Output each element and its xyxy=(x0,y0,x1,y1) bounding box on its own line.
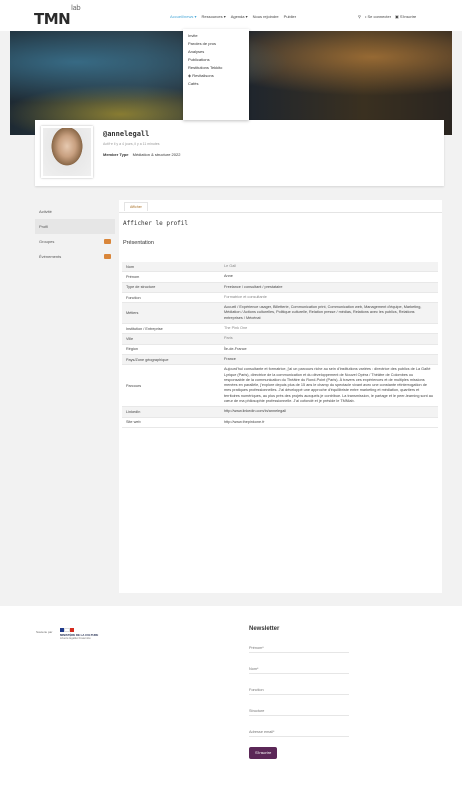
table-row: Nom Le Gall xyxy=(122,262,438,273)
profile-activity: Actif·e il y a 4 jours, il y a 11 minute… xyxy=(103,142,160,146)
dropdown-item-invite[interactable]: Invite xyxy=(188,33,244,38)
nav-item-agenda[interactable]: Agenda ▾ xyxy=(231,14,248,19)
table-row: Pays/Zone géographique France xyxy=(122,354,438,366)
lastname-field[interactable] xyxy=(249,661,349,674)
field-value: Aujourd'hui consultante et formatrice, j… xyxy=(224,367,433,404)
member-type-label: Member Type xyxy=(103,152,129,157)
login-link[interactable]: • Se connecter xyxy=(365,14,391,19)
ministry-motto: Liberté Égalité Fraternité xyxy=(60,636,91,641)
tab-afficher[interactable]: Afficher xyxy=(124,202,148,211)
count-badge xyxy=(104,239,111,244)
partner-label: Soutenu par xyxy=(36,630,53,634)
sidenav-item-groupes[interactable]: Groupes xyxy=(35,234,115,249)
field-value: Anne xyxy=(224,274,233,279)
field-label: Métiers xyxy=(126,311,139,316)
tmnlab-logo[interactable]: TMN lab xyxy=(34,4,81,28)
firstname-field[interactable] xyxy=(249,640,349,653)
table-row: Institution / Entreprise The Pink One xyxy=(122,324,438,335)
nav-item-nous-rejoindre[interactable]: Nous rejoindre xyxy=(253,14,279,19)
sidenav-item-label: Événements xyxy=(39,254,62,259)
field-label: Site web xyxy=(126,420,141,425)
sidenav-item-label: Activité xyxy=(39,209,52,214)
sidenav-item-label: Profil xyxy=(39,224,49,229)
subnav-tabs: Afficher xyxy=(119,200,442,213)
dropdown-item-cafes[interactable]: Cafés xyxy=(188,81,244,86)
table-row: Site web http://www.thepinkone.fr xyxy=(122,418,438,428)
function-field[interactable] xyxy=(249,682,349,695)
footer: Soutenu par MINISTÈRE DE LA CULTURE Libe… xyxy=(0,606,462,798)
sidenav-item-profil[interactable]: Profil xyxy=(35,219,115,234)
sidenav-item-activite[interactable]: Activité xyxy=(35,204,115,219)
account-links: ⚲ • Se connecter ▣ S'inscrire xyxy=(358,14,416,19)
profile-sidenav: Activité Profil Groupes Événements xyxy=(35,204,115,264)
field-label: Prénom xyxy=(126,274,140,279)
member-type-value[interactable]: Médiation & structure 2022 xyxy=(133,152,181,157)
field-value: Formatrice et consultante xyxy=(224,294,267,299)
dropdown-item-analyses[interactable]: Analyses xyxy=(188,49,244,54)
field-label: Pays/Zone géographique xyxy=(126,357,169,362)
field-value: Paris xyxy=(224,336,233,341)
table-row: Prénom Anne xyxy=(122,272,438,283)
nav-item-publier[interactable]: Publier xyxy=(284,14,296,19)
table-row: Région Île-de-France xyxy=(122,345,438,355)
dropdown-item-paroles-de-pros[interactable]: Paroles de pros xyxy=(188,41,244,46)
table-row: LinkedIn http://www.linkedin.com/in/annel… xyxy=(122,407,438,418)
newsletter-title: Newsletter xyxy=(249,626,280,632)
field-label: Fonction xyxy=(126,295,141,300)
top-navbar: TMN lab Accueil/news ▾ Ressources ▾ Agend… xyxy=(0,0,462,31)
search-icon[interactable]: ⚲ xyxy=(358,14,361,19)
table-row: Fonction Formatrice et consultante xyxy=(122,293,438,304)
sidenav-item-evenements[interactable]: Événements xyxy=(35,249,115,264)
profile-panel: Afficher Afficher le profil Présentation… xyxy=(119,200,442,593)
newsletter-form: Newsletter S'inscrire xyxy=(249,626,379,759)
field-label: Région xyxy=(126,347,139,352)
dropdown-item-publications[interactable]: Publications xyxy=(188,57,244,62)
field-value[interactable]: http://www.thepinkone.fr xyxy=(220,418,438,427)
field-label: Institution / Entreprise xyxy=(126,326,163,331)
main-nav: Accueil/news ▾ Ressources ▾ Agenda ▾ Nou… xyxy=(170,14,296,19)
field-value: Île-de-France xyxy=(224,346,247,351)
french-flag-icon xyxy=(60,628,74,632)
table-row: Type de structure Freelance / consultant … xyxy=(122,282,438,293)
member-type: Member Type Médiation & structure 2022 xyxy=(103,152,180,157)
sidenav-item-label: Groupes xyxy=(39,239,55,244)
nav-item-ressources[interactable]: Ressources ▾ xyxy=(201,14,225,19)
field-label: Ville xyxy=(126,337,134,342)
field-value[interactable]: http://www.linkedin.com/in/annelegall xyxy=(220,407,438,416)
field-label: LinkedIn xyxy=(126,409,141,414)
accueil-dropdown-menu: Invite Paroles de pros Analyses Publicat… xyxy=(183,29,249,120)
profile-fields-table: Nom Le Gall Prénom Anne Type de structure Fre… xyxy=(122,262,438,428)
page-title: Afficher le profil xyxy=(123,220,189,227)
field-label: Type de structure xyxy=(126,285,156,290)
field-label: Nom xyxy=(126,264,135,269)
table-row: Ville Paris xyxy=(122,334,438,345)
profile-content: Activité Profil Groupes Événements Affic… xyxy=(35,196,444,596)
nav-item-accueil[interactable]: Accueil/news ▾ xyxy=(170,14,196,19)
structure-field[interactable] xyxy=(249,703,349,716)
field-label: Parcours xyxy=(126,383,142,388)
section-title: Présentation xyxy=(123,240,154,246)
field-value: France xyxy=(224,356,236,361)
profile-username: @annelegall xyxy=(103,130,150,138)
avatar xyxy=(41,126,93,178)
profile-header-card: @annelegall Actif·e il y a 4 jours, il y… xyxy=(35,120,444,186)
table-row: Parcours Aujourd'hui consultante et forma… xyxy=(122,365,438,408)
ministry-culture-logo[interactable]: MINISTÈRE DE LA CULTURE Liberté Égalité … xyxy=(60,628,105,664)
table-row: Métiers Accueil / Expérience usager, Bill… xyxy=(122,303,438,325)
count-badge xyxy=(104,254,111,259)
subscribe-button[interactable]: S'inscrire xyxy=(249,747,278,759)
field-value: The Pink One xyxy=(224,326,248,331)
dropdown-item-revitalisons[interactable]: ◈ Revitalisons xyxy=(188,73,244,78)
email-field[interactable] xyxy=(249,724,349,737)
register-link[interactable]: ▣ S'inscrire xyxy=(395,14,416,19)
field-value: Accueil / Expérience usager, Billetterie… xyxy=(224,305,422,320)
dropdown-item-restitutions[interactable]: Restitutions Tekkito xyxy=(188,65,244,70)
field-value: Freelance / consultant / prestataire xyxy=(224,284,283,289)
field-value: Le Gall xyxy=(224,264,237,268)
